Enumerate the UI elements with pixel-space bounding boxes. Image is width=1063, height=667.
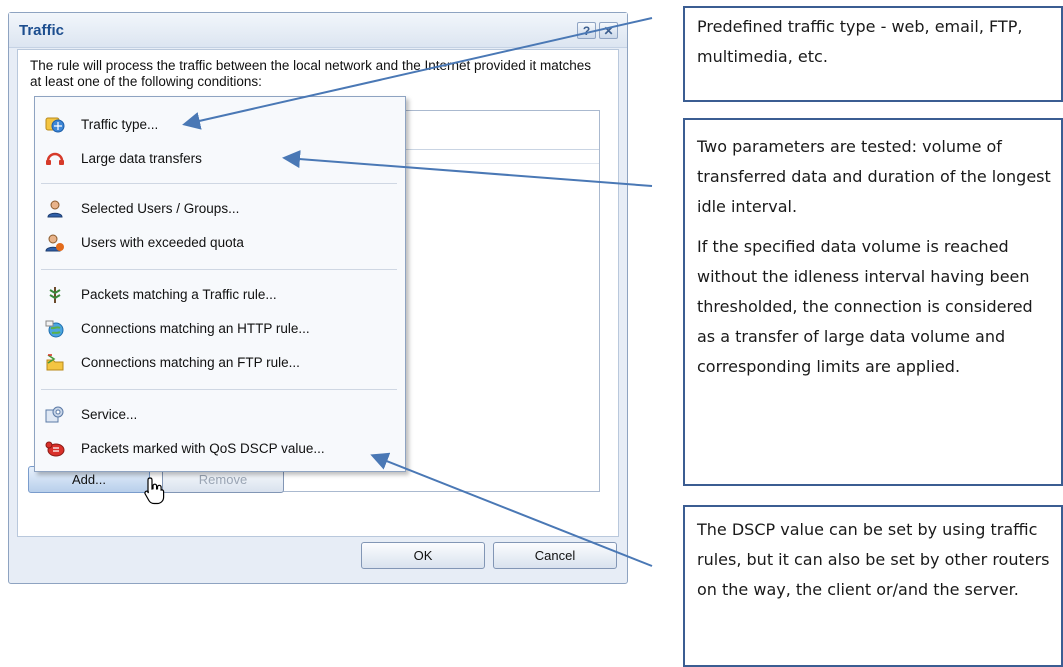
menu-item-ftp-rule[interactable]: Connections matching an FTP rule... [41, 349, 397, 377]
callout-text: If the specified data volume is reached … [697, 237, 1033, 376]
callout-dscp: The DSCP value can be set by using traff… [683, 505, 1063, 667]
menu-item-traffic-type[interactable]: Traffic type... [41, 111, 397, 139]
menu-separator [41, 389, 397, 390]
menu-item-label: Service... [81, 407, 138, 422]
menu-item-large-data[interactable]: Large data transfers [41, 145, 397, 173]
menu-item-label: Traffic type... [81, 117, 159, 132]
http-rule-icon [45, 320, 64, 338]
menu-separator [41, 183, 397, 184]
hand-cursor-icon [144, 477, 165, 505]
callout-large-data: Two parameters are tested: volume of tra… [683, 118, 1063, 486]
menu-item-label: Packets matching a Traffic rule... [81, 287, 277, 302]
callout-text: Two parameters are tested: volume of tra… [697, 137, 1051, 216]
menu-item-exceeded-quota[interactable]: Users with exceeded quota [41, 229, 397, 257]
menu-separator [41, 269, 397, 270]
callout-traffic-type: Predefined traffic type - web, email, FT… [683, 6, 1063, 102]
menu-item-label: Large data transfers [81, 151, 202, 166]
menu-item-selected-users[interactable]: Selected Users / Groups... [41, 195, 397, 223]
rule-description: The rule will process the traffic betwee… [30, 58, 592, 89]
menu-item-traffic-rule[interactable]: Packets matching a Traffic rule... [41, 281, 397, 309]
menu-item-label: Packets marked with QoS DSCP value... [81, 441, 325, 456]
ok-button[interactable]: OK [361, 542, 485, 569]
traffic-rule-icon [49, 287, 61, 303]
menu-item-label: Connections matching an FTP rule... [81, 355, 300, 370]
cancel-button[interactable]: Cancel [493, 542, 617, 569]
menu-item-service[interactable]: Service... [41, 401, 397, 429]
dialog-title: Traffic [19, 22, 65, 39]
user-icon [47, 200, 63, 218]
callout-text: Predefined traffic type - web, email, FT… [697, 17, 1023, 66]
traffic-type-icon [45, 117, 65, 133]
dialog-titlebar: Traffic ? ✕ [9, 13, 627, 48]
dscp-icon [45, 441, 65, 457]
add-condition-menu: Traffic type... Large data transfers Sel… [34, 96, 406, 472]
menu-item-label: Selected Users / Groups... [81, 201, 240, 216]
menu-item-label: Connections matching an HTTP rule... [81, 321, 310, 336]
large-data-icon [46, 152, 64, 165]
close-button[interactable]: ✕ [599, 22, 618, 39]
ftp-rule-icon [46, 354, 64, 371]
quota-user-icon [45, 234, 64, 252]
callout-text: The DSCP value can be set by using traff… [697, 520, 1050, 599]
service-icon [45, 406, 64, 423]
menu-item-qos-dscp[interactable]: Packets marked with QoS DSCP value... [41, 435, 397, 463]
help-button[interactable]: ? [577, 22, 596, 39]
menu-item-http-rule[interactable]: Connections matching an HTTP rule... [41, 315, 397, 343]
menu-item-label: Users with exceeded quota [81, 235, 244, 250]
